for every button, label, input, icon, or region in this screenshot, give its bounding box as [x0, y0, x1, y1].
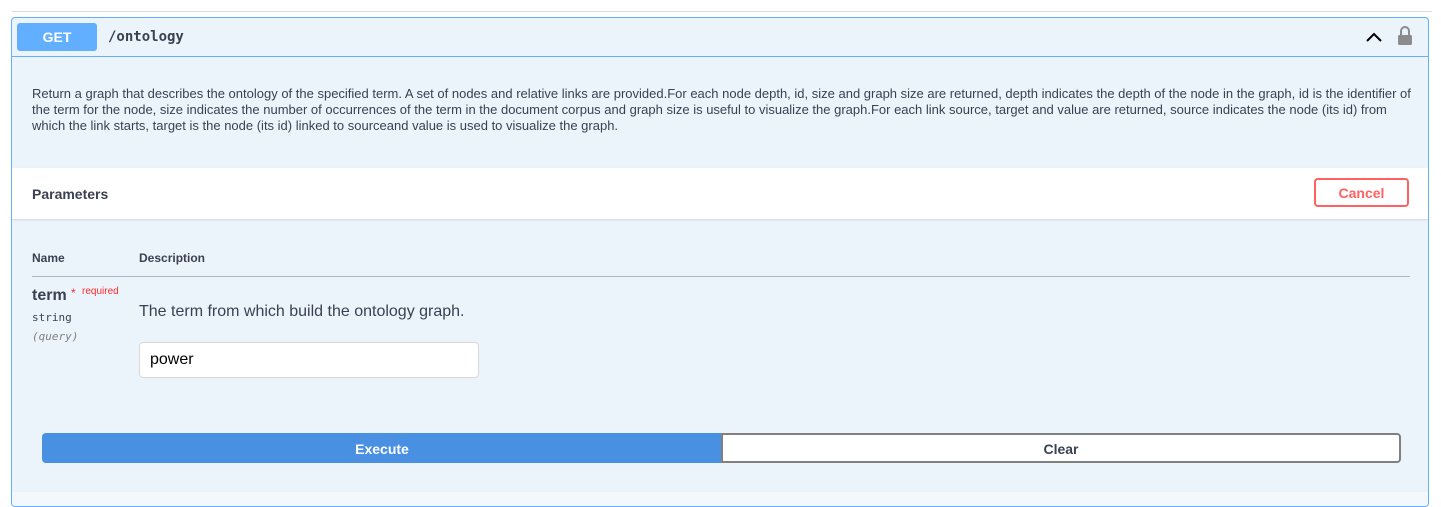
- clear-button[interactable]: Clear: [721, 433, 1401, 463]
- required-asterisk: *: [71, 286, 76, 300]
- cancel-button[interactable]: Cancel: [1314, 178, 1409, 207]
- column-header-description: Description: [139, 251, 206, 265]
- method-badge: GET: [17, 23, 97, 51]
- param-type: string: [32, 311, 72, 324]
- execute-button[interactable]: Execute: [42, 433, 722, 463]
- top-divider: [12, 11, 1432, 12]
- term-input[interactable]: [139, 342, 479, 378]
- param-name: term: [32, 287, 67, 304]
- operation-block-get-ontology: GET /ontology Return a graph that descri…: [11, 17, 1429, 507]
- lock-icon[interactable]: [1396, 25, 1414, 47]
- required-label: required: [82, 286, 119, 297]
- param-description: The term from which build the ontology g…: [139, 303, 465, 320]
- parameters-header: Parameters Cancel: [12, 168, 1428, 219]
- operation-description: Return a graph that describes the ontolo…: [32, 86, 1411, 133]
- column-header-name: Name: [32, 251, 65, 265]
- operation-path: /ontology: [108, 29, 184, 45]
- param-location: (query): [32, 330, 79, 343]
- chevron-up-icon[interactable]: [1364, 27, 1384, 47]
- responses-section-edge: [12, 492, 1428, 506]
- table-header-divider: [32, 276, 1410, 277]
- operation-summary[interactable]: GET /ontology: [12, 18, 1428, 57]
- parameters-title: Parameters: [32, 186, 109, 202]
